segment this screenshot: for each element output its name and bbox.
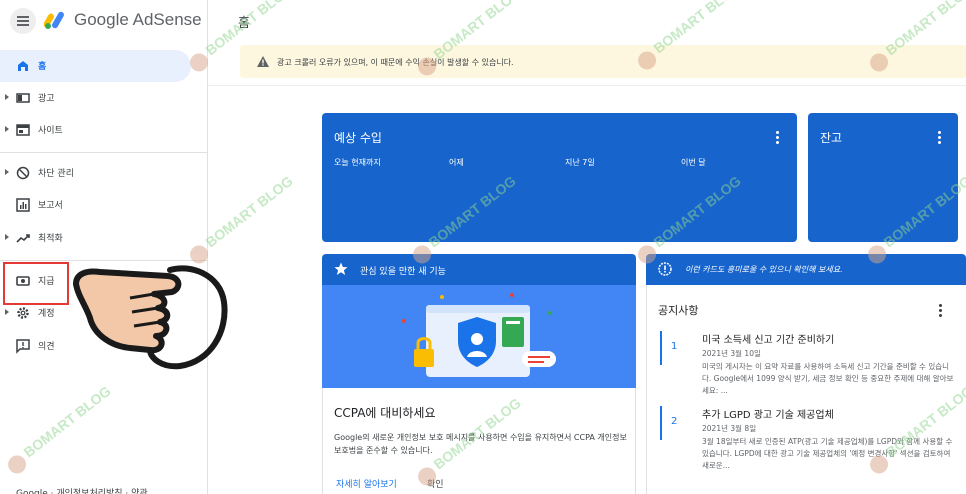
adsense-logo-icon bbox=[44, 11, 64, 29]
ads-icon bbox=[16, 93, 30, 103]
optimize-icon bbox=[16, 234, 30, 243]
interesting-cards-text: 이런 카드도 흥미로울 수 있으니 확인해 보세요. bbox=[685, 265, 843, 274]
hamburger-menu-icon[interactable] bbox=[10, 8, 36, 34]
page-title: 홈 bbox=[238, 16, 250, 31]
banner-text: 광고 크롤러 오류가 있으며, 이 때문에 수익 손실이 발생할 수 있습니다. bbox=[277, 58, 514, 67]
learn-more-link[interactable]: 자세히 알아보기 bbox=[336, 477, 397, 490]
feature-description: Google의 새로운 개인정보 보호 메시지를 사용하면 수입을 유지하면서 … bbox=[334, 433, 627, 455]
app-name[interactable]: Google AdSense bbox=[74, 10, 202, 30]
sidebar-item-label: 사이트 bbox=[38, 126, 63, 136]
announcements-card: 공지사항 1 미국 소득세 신고 기간 준비하기 2021년 3월 10일 미국… bbox=[646, 285, 966, 494]
alert-badge-icon bbox=[658, 262, 672, 276]
caret-right-icon bbox=[5, 94, 9, 100]
sidebar-item-ads[interactable]: 광고 bbox=[0, 82, 191, 114]
block-icon bbox=[16, 166, 30, 180]
announcement-title: 추가 LGPD 광고 기술 제공업체 bbox=[702, 410, 834, 421]
announcement-date: 2021년 3월 10일 bbox=[702, 349, 761, 358]
warning-icon bbox=[257, 56, 269, 67]
interesting-cards-header[interactable]: 이런 카드도 흥미로울 수 있으니 확인해 보세요. bbox=[646, 254, 966, 285]
announcement-body: 미국의 게시자는 이 요약 자료를 사용하여 소득세 신고 기간을 준비할 수 … bbox=[702, 362, 954, 395]
sidebar-item-label: 차단 관리 bbox=[38, 169, 74, 179]
sidebar-item-optimize[interactable]: 최적화 bbox=[0, 222, 191, 254]
announcements-title: 공지사항 bbox=[658, 304, 699, 317]
sidebar-item-label: 의견 bbox=[38, 342, 55, 352]
sidebar-item-reports[interactable]: 보고서 bbox=[0, 189, 191, 221]
crawler-error-banner[interactable]: 광고 크롤러 오류가 있으며, 이 때문에 수익 손실이 발생할 수 있습니다. bbox=[240, 45, 966, 78]
privacy-illustration-icon bbox=[322, 285, 636, 388]
announcement-bar bbox=[660, 331, 662, 365]
reports-icon bbox=[16, 198, 30, 212]
sidebar-item-home[interactable]: 홈 bbox=[0, 50, 191, 82]
sidebar-item-label: 홈 bbox=[38, 62, 47, 72]
feature-card-body: CCPA에 대비하세요 Google의 새로운 개인정보 보호 메시지를 사용하… bbox=[322, 388, 636, 494]
balance-title: 잔고 bbox=[820, 131, 843, 145]
more-vert-icon[interactable] bbox=[938, 131, 941, 144]
announcement-date: 2021년 3월 8일 bbox=[702, 424, 757, 433]
balance-card[interactable]: 잔고 bbox=[808, 113, 958, 242]
payments-highlight-box bbox=[3, 262, 69, 305]
sidebar-item-label: 광고 bbox=[38, 94, 55, 104]
star-icon bbox=[334, 262, 348, 275]
sidebar-separator bbox=[0, 152, 207, 153]
sites-icon bbox=[16, 124, 30, 136]
estimated-earnings-card[interactable]: 예상 수입 오늘 현재까지 어제 지난 7일 이번 달 bbox=[322, 113, 797, 242]
sidebar-item-label: 보고서 bbox=[38, 201, 63, 211]
top-app-bar: Google AdSense 홈 bbox=[0, 0, 966, 42]
caret-right-icon bbox=[5, 126, 9, 132]
confirm-button[interactable]: 확인 bbox=[427, 477, 444, 490]
caret-right-icon bbox=[5, 169, 9, 175]
feature-card-header: 관심 있을 만한 새 기능 bbox=[322, 254, 636, 285]
announcement-bar bbox=[660, 406, 662, 440]
earnings-this-month: 이번 달 bbox=[681, 158, 706, 167]
content-separator bbox=[207, 85, 966, 86]
announcement-title: 미국 소득세 신고 기간 준비하기 bbox=[702, 335, 835, 346]
earnings-today: 오늘 현재까지 bbox=[334, 158, 381, 167]
more-vert-icon[interactable] bbox=[776, 131, 779, 144]
gear-icon bbox=[17, 307, 29, 319]
feedback-icon bbox=[16, 339, 30, 354]
announcement-number: 2 bbox=[671, 416, 678, 427]
announcement-number: 1 bbox=[671, 341, 678, 352]
sidebar-item-block-management[interactable]: 차단 관리 bbox=[0, 157, 191, 189]
caret-right-icon bbox=[5, 234, 9, 240]
home-icon bbox=[18, 61, 28, 71]
feature-title: CCPA에 대비하세요 bbox=[334, 406, 436, 420]
pointing-hand-icon bbox=[73, 265, 228, 370]
earnings-title: 예상 수입 bbox=[334, 131, 382, 145]
feature-card-header-text: 관심 있을 만한 새 기능 bbox=[360, 267, 446, 277]
sidebar-item-sites[interactable]: 사이트 bbox=[0, 114, 191, 146]
sidebar-item-label: 최적화 bbox=[38, 234, 63, 244]
earnings-yesterday: 어제 bbox=[449, 158, 464, 167]
more-vert-icon[interactable] bbox=[939, 304, 942, 317]
sidebar-divider bbox=[207, 0, 208, 494]
earnings-last-7-days: 지난 7일 bbox=[565, 158, 595, 167]
sidebar-separator bbox=[0, 260, 207, 261]
announcement-body: 3월 18일부터 새로 인증된 ATP(광고 기술 제공업체)를 LGPD와 함… bbox=[702, 437, 953, 470]
caret-right-icon bbox=[5, 309, 9, 315]
footer-links[interactable]: Google · 개인정보처리방침 · 약관 bbox=[16, 486, 148, 494]
sidebar-item-label: 계정 bbox=[38, 309, 55, 319]
